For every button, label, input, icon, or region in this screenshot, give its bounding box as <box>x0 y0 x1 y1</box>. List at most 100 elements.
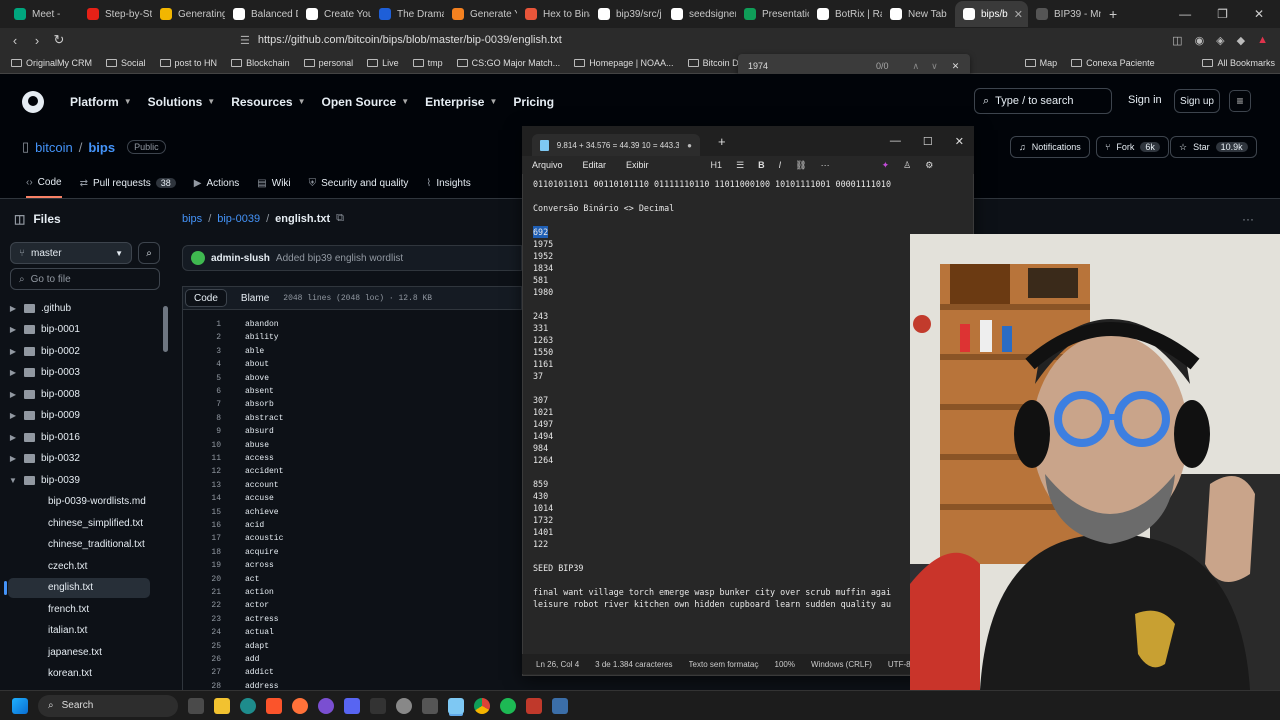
taskbar-search[interactable]: ⌕ Search <box>38 694 178 717</box>
chrome-icon[interactable] <box>474 697 490 714</box>
tree-folder[interactable]: ▶ bip-0016 <box>8 427 150 447</box>
extension-icon[interactable]: ◈ <box>1216 34 1224 47</box>
extension-icon[interactable]: ◉ <box>1195 34 1205 47</box>
sign-in-link[interactable]: Sign in <box>1128 94 1162 106</box>
new-tab-icon[interactable]: + <box>718 134 726 149</box>
chevron-right-icon[interactable]: ▶ <box>8 411 18 420</box>
bookmark-item[interactable]: post to HN <box>155 58 223 68</box>
menu-item[interactable]: Editar <box>583 160 607 170</box>
settings-icon[interactable]: ⚙ <box>925 160 933 171</box>
tree-file[interactable]: french.txt <box>8 599 150 619</box>
app-icon[interactable] <box>240 697 256 714</box>
copilot-icon[interactable]: ✦ <box>882 160 890 171</box>
tree-folder[interactable]: ▶ bip-0032 <box>8 449 150 469</box>
line-number[interactable]: 21 <box>183 588 245 601</box>
copy-path-icon[interactable]: ⧉ <box>336 212 344 225</box>
tab-insights[interactable]: ⌇ Insights <box>426 174 470 192</box>
browser-tab[interactable]: Presentatio <box>736 1 809 27</box>
back-icon[interactable]: ‹ <box>4 33 26 48</box>
browser-tab[interactable]: bips/b ✕ <box>955 1 1028 27</box>
line-number[interactable]: 26 <box>183 655 245 668</box>
line-number[interactable]: 5 <box>183 374 245 387</box>
more-options-icon[interactable]: ··· <box>1242 212 1254 226</box>
tree-folder[interactable]: ▶ bip-0002 <box>8 341 150 361</box>
find-next-icon[interactable]: ∨ <box>931 61 938 72</box>
bookmark-item[interactable]: CS:GO Major Match... <box>452 58 566 68</box>
tree-folder[interactable]: ▶ bip-0008 <box>8 384 150 404</box>
line-number[interactable]: 14 <box>183 494 245 507</box>
tab-security-and-quality[interactable]: ⛨ Security and quality <box>309 174 409 192</box>
nav-item[interactable]: Pricing <box>513 95 554 109</box>
browser-tab[interactable]: New Tab <box>882 1 955 27</box>
nav-item[interactable]: Enterprise ▼ <box>425 95 497 109</box>
breadcrumb-root[interactable]: bips <box>182 213 202 225</box>
line-number[interactable]: 20 <box>183 575 245 588</box>
extension-icon[interactable]: ◆ <box>1237 34 1245 47</box>
link-icon[interactable]: ⛓ <box>795 160 806 171</box>
sign-up-button[interactable]: Sign up <box>1174 89 1220 113</box>
bookmark-item[interactable]: All Bookmarks <box>1197 58 1280 68</box>
commit-author[interactable]: admin-slush <box>211 253 270 264</box>
tab-code[interactable]: ‹› Code <box>26 174 62 198</box>
notepad-tab[interactable]: 9.814 + 34.576 = 44.39 10 = 443.39 ● <box>532 134 700 156</box>
sidebar-scrollbar[interactable] <box>163 306 168 352</box>
nav-item[interactable]: Solutions ▼ <box>148 95 216 109</box>
nav-item[interactable]: Open Source ▼ <box>322 95 410 109</box>
line-number[interactable]: 10 <box>183 441 245 454</box>
tab-code[interactable]: Code <box>185 289 227 307</box>
chevron-right-icon[interactable]: ▶ <box>8 454 18 463</box>
sidebar-toggle-icon[interactable]: ◫ <box>14 212 25 226</box>
app-icon[interactable] <box>318 697 334 714</box>
bookmark-item[interactable]: Map <box>1020 58 1063 68</box>
line-number[interactable]: 22 <box>183 601 245 614</box>
find-close-icon[interactable]: ✕ <box>952 61 960 72</box>
bold-icon[interactable]: B <box>758 160 765 170</box>
notepad-icon[interactable] <box>448 697 464 714</box>
url-field[interactable]: ☰ https://github.com/bitcoin/bips/blob/m… <box>240 30 840 50</box>
browser-tab[interactable]: Balanced D <box>225 1 298 27</box>
tree-folder[interactable]: ▶ bip-0001 <box>8 320 150 340</box>
tree-file[interactable]: czech.txt <box>8 556 150 576</box>
tab-actions[interactable]: ▶ Actions <box>194 174 240 192</box>
chevron-right-icon[interactable]: ▶ <box>8 325 18 334</box>
line-number[interactable]: 2 <box>183 333 245 346</box>
menu-item[interactable]: Arquivo <box>532 160 563 170</box>
bookmark-item[interactable]: Conexa Paciente <box>1066 58 1160 68</box>
chevron-right-icon[interactable]: ▶ <box>8 347 18 356</box>
search-files-button[interactable]: ⌕ <box>138 242 160 264</box>
line-number[interactable]: 25 <box>183 642 245 655</box>
close-icon[interactable]: ✕ <box>1254 7 1264 21</box>
windows-start-icon[interactable] <box>12 697 28 714</box>
browser-tab[interactable]: The Drama <box>371 1 444 27</box>
more-icon[interactable]: ··· <box>821 160 830 170</box>
star-button[interactable]: ☆ Star 10.9k <box>1170 136 1257 158</box>
list-icon[interactable]: ☰ <box>736 160 744 171</box>
line-number[interactable]: 4 <box>183 360 245 373</box>
line-number[interactable]: 1 <box>183 320 245 333</box>
firefox-icon[interactable] <box>292 697 308 714</box>
tree-folder[interactable]: ▶ bip-0009 <box>8 406 150 426</box>
tree-file[interactable]: korean.txt <box>8 664 150 684</box>
line-number[interactable]: 16 <box>183 521 245 534</box>
browser-tab[interactable]: Generate Y <box>444 1 517 27</box>
restore-icon[interactable]: ❐ <box>1217 7 1228 21</box>
chevron-right-icon[interactable]: ▶ <box>8 433 18 442</box>
tree-file[interactable]: chinese_simplified.txt <box>8 513 150 533</box>
tree-file[interactable]: japanese.txt <box>8 642 150 662</box>
line-number[interactable]: 18 <box>183 548 245 561</box>
line-number[interactable]: 17 <box>183 534 245 547</box>
close-icon[interactable]: ✕ <box>955 135 964 148</box>
calculator-icon[interactable] <box>552 697 568 714</box>
line-number[interactable]: 23 <box>183 615 245 628</box>
line-number[interactable]: 19 <box>183 561 245 574</box>
site-info-icon[interactable]: ☰ <box>240 34 250 47</box>
github-logo-icon[interactable] <box>22 90 44 113</box>
line-number[interactable]: 7 <box>183 400 245 413</box>
browser-tab[interactable]: Generating <box>152 1 225 27</box>
extension-icon[interactable]: ▲ <box>1257 34 1268 47</box>
repo-name-link[interactable]: bips <box>88 140 115 155</box>
find-input[interactable]: 1974 <box>748 61 848 71</box>
avatar[interactable] <box>191 251 205 265</box>
tree-folder[interactable]: ▶ .github <box>8 298 150 318</box>
bookmark-item[interactable]: tmp <box>408 58 448 68</box>
